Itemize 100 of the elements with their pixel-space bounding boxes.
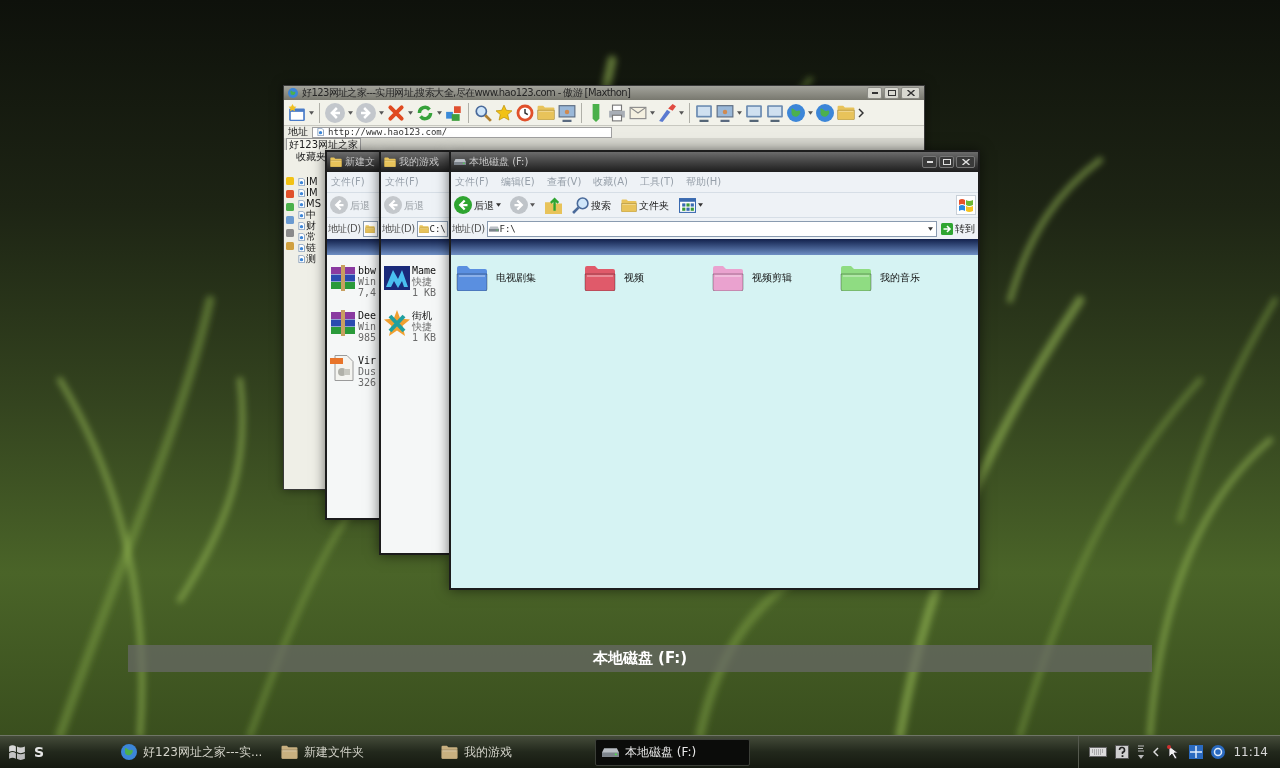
close-icon [906, 90, 915, 96]
page-icon [317, 128, 324, 136]
caret-icon[interactable] [808, 110, 813, 115]
blocks-icon[interactable] [445, 103, 463, 122]
folder-item[interactable]: 电视剧集 [456, 265, 584, 291]
folder-item[interactable]: 我的音乐 [840, 265, 968, 291]
go-button[interactable]: 转到 [939, 220, 977, 237]
monitor-dot-icon[interactable] [716, 103, 734, 122]
minimize-button[interactable] [867, 87, 882, 99]
monitor-icon[interactable] [745, 103, 763, 122]
folder-icon [364, 224, 375, 233]
up-folder-button[interactable] [543, 195, 564, 215]
taskbar-item[interactable]: 我的游戏 [435, 738, 590, 766]
search-icon [572, 196, 589, 214]
taskbar-item[interactable]: 本地磁盘 (F:) [595, 738, 750, 766]
star-icon[interactable] [495, 103, 513, 122]
favorite-item[interactable]: 财 [298, 220, 321, 231]
back-button[interactable]: 后退 [453, 195, 502, 215]
keyboard-icon[interactable] [1089, 747, 1108, 757]
file-item[interactable]: Dee Win 985 [330, 310, 376, 343]
page-icon [298, 254, 305, 263]
page-icon [298, 177, 305, 186]
views-button[interactable] [677, 195, 705, 215]
caret-icon[interactable] [928, 226, 933, 231]
page-icon [298, 243, 305, 252]
circle-icon[interactable] [1211, 745, 1226, 759]
clock: 11:14 [1233, 744, 1268, 761]
printer-icon[interactable] [608, 103, 626, 122]
book-stack-icon [330, 310, 356, 336]
header-band [381, 239, 449, 255]
favorite-item[interactable]: IM [298, 187, 321, 198]
caret-icon[interactable] [437, 110, 442, 115]
address-field[interactable]: http://www.hao123.com/ [312, 126, 612, 138]
minimize-button[interactable] [922, 156, 937, 168]
chevron-left-icon[interactable] [1153, 747, 1160, 757]
monitor-dot-icon[interactable] [558, 103, 576, 122]
file-item[interactable]: Mame 快捷 1 KB [384, 265, 446, 298]
folder-icon [384, 157, 396, 167]
clock-icon[interactable] [516, 103, 534, 122]
window-star-icon[interactable] [288, 103, 306, 122]
address-label: 地址(D) [328, 222, 361, 235]
address-field[interactable] [362, 220, 378, 237]
close-button[interactable] [956, 156, 975, 168]
close-button[interactable] [901, 87, 920, 99]
flag-icon [956, 195, 976, 215]
file-item[interactable]: bbw Win 7,4 [330, 265, 376, 298]
search-icon[interactable] [474, 103, 492, 122]
folder-icon [621, 198, 637, 212]
file-item[interactable]: 街机 快捷 1 KB [384, 310, 446, 343]
favorite-item[interactable]: 测 [298, 253, 321, 264]
globe-icon [121, 744, 137, 760]
caret-icon[interactable] [408, 110, 413, 115]
taskbar-item[interactable]: 好123网址之家---实... [115, 738, 270, 766]
favorite-item[interactable]: MS [298, 198, 321, 209]
folder-up-icon [545, 196, 562, 214]
flag-icon [8, 744, 26, 760]
browser-tab[interactable]: 好123网址之家 [286, 138, 362, 150]
maximize-button[interactable] [884, 87, 899, 99]
folder-icon [441, 745, 458, 759]
favorite-item[interactable]: 常 [298, 231, 321, 242]
globe-icon[interactable] [787, 103, 805, 122]
caret-icon[interactable] [348, 110, 353, 115]
maximize-button[interactable] [939, 156, 954, 168]
folder-icon [281, 745, 298, 759]
folder-item[interactable]: 视频剪辑 [712, 265, 840, 291]
view-grid-icon [679, 197, 696, 213]
drive-icon [488, 224, 499, 233]
chevron-right-icon[interactable] [858, 107, 864, 118]
window-caption: 本地磁盘 (F:) [128, 645, 1152, 672]
book-stack-icon [330, 265, 356, 291]
brush-icon[interactable] [658, 103, 676, 122]
search-button[interactable]: 搜索 [570, 195, 613, 215]
caret-icon[interactable] [679, 110, 684, 115]
address-field[interactable]: C:\ [416, 220, 448, 237]
help-icon[interactable] [1115, 745, 1130, 759]
lines-down-arrow-icon[interactable] [1137, 745, 1146, 759]
address-field[interactable]: F:\ [486, 220, 937, 237]
caret-icon[interactable] [309, 110, 314, 115]
caret-icon[interactable] [650, 110, 655, 115]
favorite-item[interactable]: 中 [298, 209, 321, 220]
caret-icon[interactable] [737, 110, 742, 115]
grid-tile-icon[interactable] [1189, 745, 1204, 759]
favorite-item[interactable]: IM [298, 176, 321, 187]
page-icon [298, 221, 305, 230]
monitor-icon[interactable] [695, 103, 713, 122]
globe-icon[interactable] [816, 103, 834, 122]
address-label: 地址(D) [382, 222, 415, 235]
caret-icon[interactable] [379, 110, 384, 115]
caret-icon[interactable] [698, 203, 703, 207]
taskbar-item[interactable]: 新建文件夹 [275, 738, 430, 766]
caret-icon[interactable] [496, 203, 501, 207]
start-button[interactable]: S [0, 736, 110, 768]
refresh-icon[interactable] [416, 103, 434, 122]
favorite-item[interactable]: 链 [298, 242, 321, 253]
folders-button[interactable]: 文件夹 [619, 195, 671, 215]
folder-item[interactable]: 视频 [584, 265, 712, 291]
minimize-icon [925, 161, 934, 163]
file-item[interactable]: Vir Dus 326 [330, 355, 376, 388]
monitor-icon[interactable] [766, 103, 784, 122]
cross-icon[interactable] [387, 103, 405, 122]
